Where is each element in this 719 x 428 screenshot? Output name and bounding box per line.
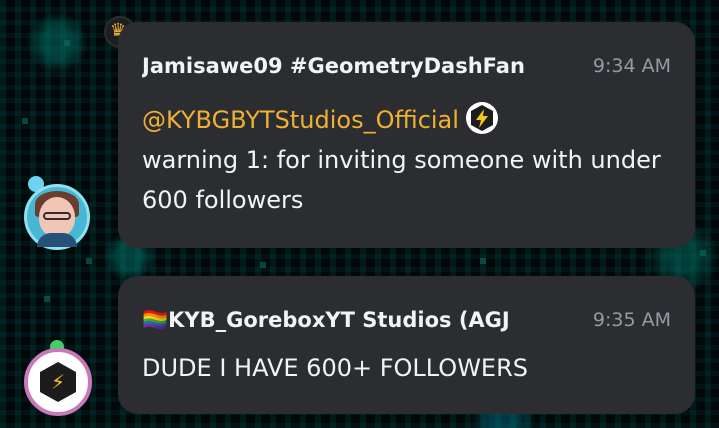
timestamp: 9:35 AM [592,309,671,331]
lightning-badge-icon [465,102,498,134]
avatar[interactable] [24,184,90,250]
message-content: warning 1: for inviting someone with und… [142,146,661,214]
username-fade [534,50,558,82]
message-header: Jamisawe09 #GeometryDashFan 9:34 AM [142,50,671,82]
avatar-glasses [43,212,71,220]
user-mention[interactable]: @KYBGBYTStudios_Official [142,106,459,134]
timestamp: 9:34 AM [592,55,671,77]
message-text: DUDE I HAVE 600+ FOLLOWERS [142,354,528,382]
username-fade [534,304,558,336]
message-bubble[interactable]: Jamisawe09 #GeometryDashFan 9:34 AM @KYB… [118,22,695,248]
lightning-icon: ⚡ [51,370,66,394]
message-text: @KYBGBYTStudios_Official warning 1: for … [142,100,682,220]
message-header: 🏳️‍🌈KYB_GoreboxYT Studios (AGJ 9:35 AM [142,304,671,336]
avatar[interactable]: ⚡ [24,348,92,416]
author-name[interactable]: Jamisawe09 #GeometryDashFan [142,50,554,82]
message-bubble[interactable]: 🏳️‍🌈KYB_GoreboxYT Studios (AGJ 9:35 AM D… [118,276,695,414]
avatar-shirt [37,233,77,247]
author-name[interactable]: 🏳️‍🌈KYB_GoreboxYT Studios (AGJ [142,304,554,336]
